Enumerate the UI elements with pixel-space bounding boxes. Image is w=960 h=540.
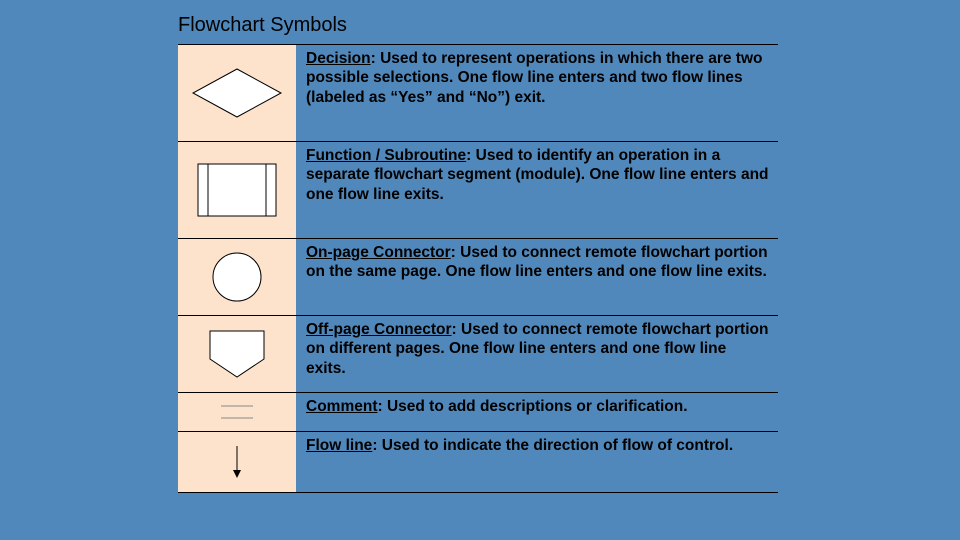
table-row: On-page Connector: Used to connect remot… bbox=[178, 239, 778, 316]
page-title: Flowchart Symbols bbox=[178, 14, 347, 37]
symbol-term: On-page Connector bbox=[306, 244, 451, 261]
symbol-text: : Used to represent operations in which … bbox=[306, 50, 763, 106]
symbol-term: Function / Subroutine bbox=[306, 147, 466, 164]
symbol-cell bbox=[178, 316, 296, 392]
table-row: Function / Subroutine: Used to identify … bbox=[178, 142, 778, 239]
symbol-term: Flow line bbox=[306, 437, 372, 454]
decision-icon bbox=[189, 65, 285, 121]
symbol-cell bbox=[178, 393, 296, 431]
symbol-desc: Function / Subroutine: Used to identify … bbox=[296, 142, 778, 238]
symbol-term: Off-page Connector bbox=[306, 321, 452, 338]
table-row: Off-page Connector: Used to connect remo… bbox=[178, 316, 778, 393]
table-row: Decision: Used to represent operations i… bbox=[178, 45, 778, 142]
symbol-term: Comment bbox=[306, 398, 377, 415]
onpage-connector-icon bbox=[209, 249, 265, 305]
subroutine-icon bbox=[196, 162, 278, 218]
symbol-text: : Used to add descriptions or clarificat… bbox=[377, 398, 687, 415]
symbol-cell bbox=[178, 239, 296, 315]
symbol-desc: Decision: Used to represent operations i… bbox=[296, 45, 778, 141]
symbol-text: : Used to indicate the direction of flow… bbox=[372, 437, 733, 454]
symbol-desc: Off-page Connector: Used to connect remo… bbox=[296, 316, 778, 392]
comment-icon bbox=[217, 401, 257, 423]
flow-line-icon bbox=[227, 442, 247, 482]
symbol-cell bbox=[178, 142, 296, 238]
symbol-desc: Flow line: Used to indicate the directio… bbox=[296, 432, 778, 492]
offpage-connector-icon bbox=[206, 327, 268, 381]
symbol-cell bbox=[178, 45, 296, 141]
symbol-cell bbox=[178, 432, 296, 492]
table-row: Flow line: Used to indicate the directio… bbox=[178, 432, 778, 493]
symbol-term: Decision bbox=[306, 50, 371, 67]
symbol-table: Decision: Used to represent operations i… bbox=[178, 44, 778, 493]
table-row: Comment: Used to add descriptions or cla… bbox=[178, 393, 778, 432]
symbol-desc: On-page Connector: Used to connect remot… bbox=[296, 239, 778, 315]
symbol-desc: Comment: Used to add descriptions or cla… bbox=[296, 393, 778, 431]
